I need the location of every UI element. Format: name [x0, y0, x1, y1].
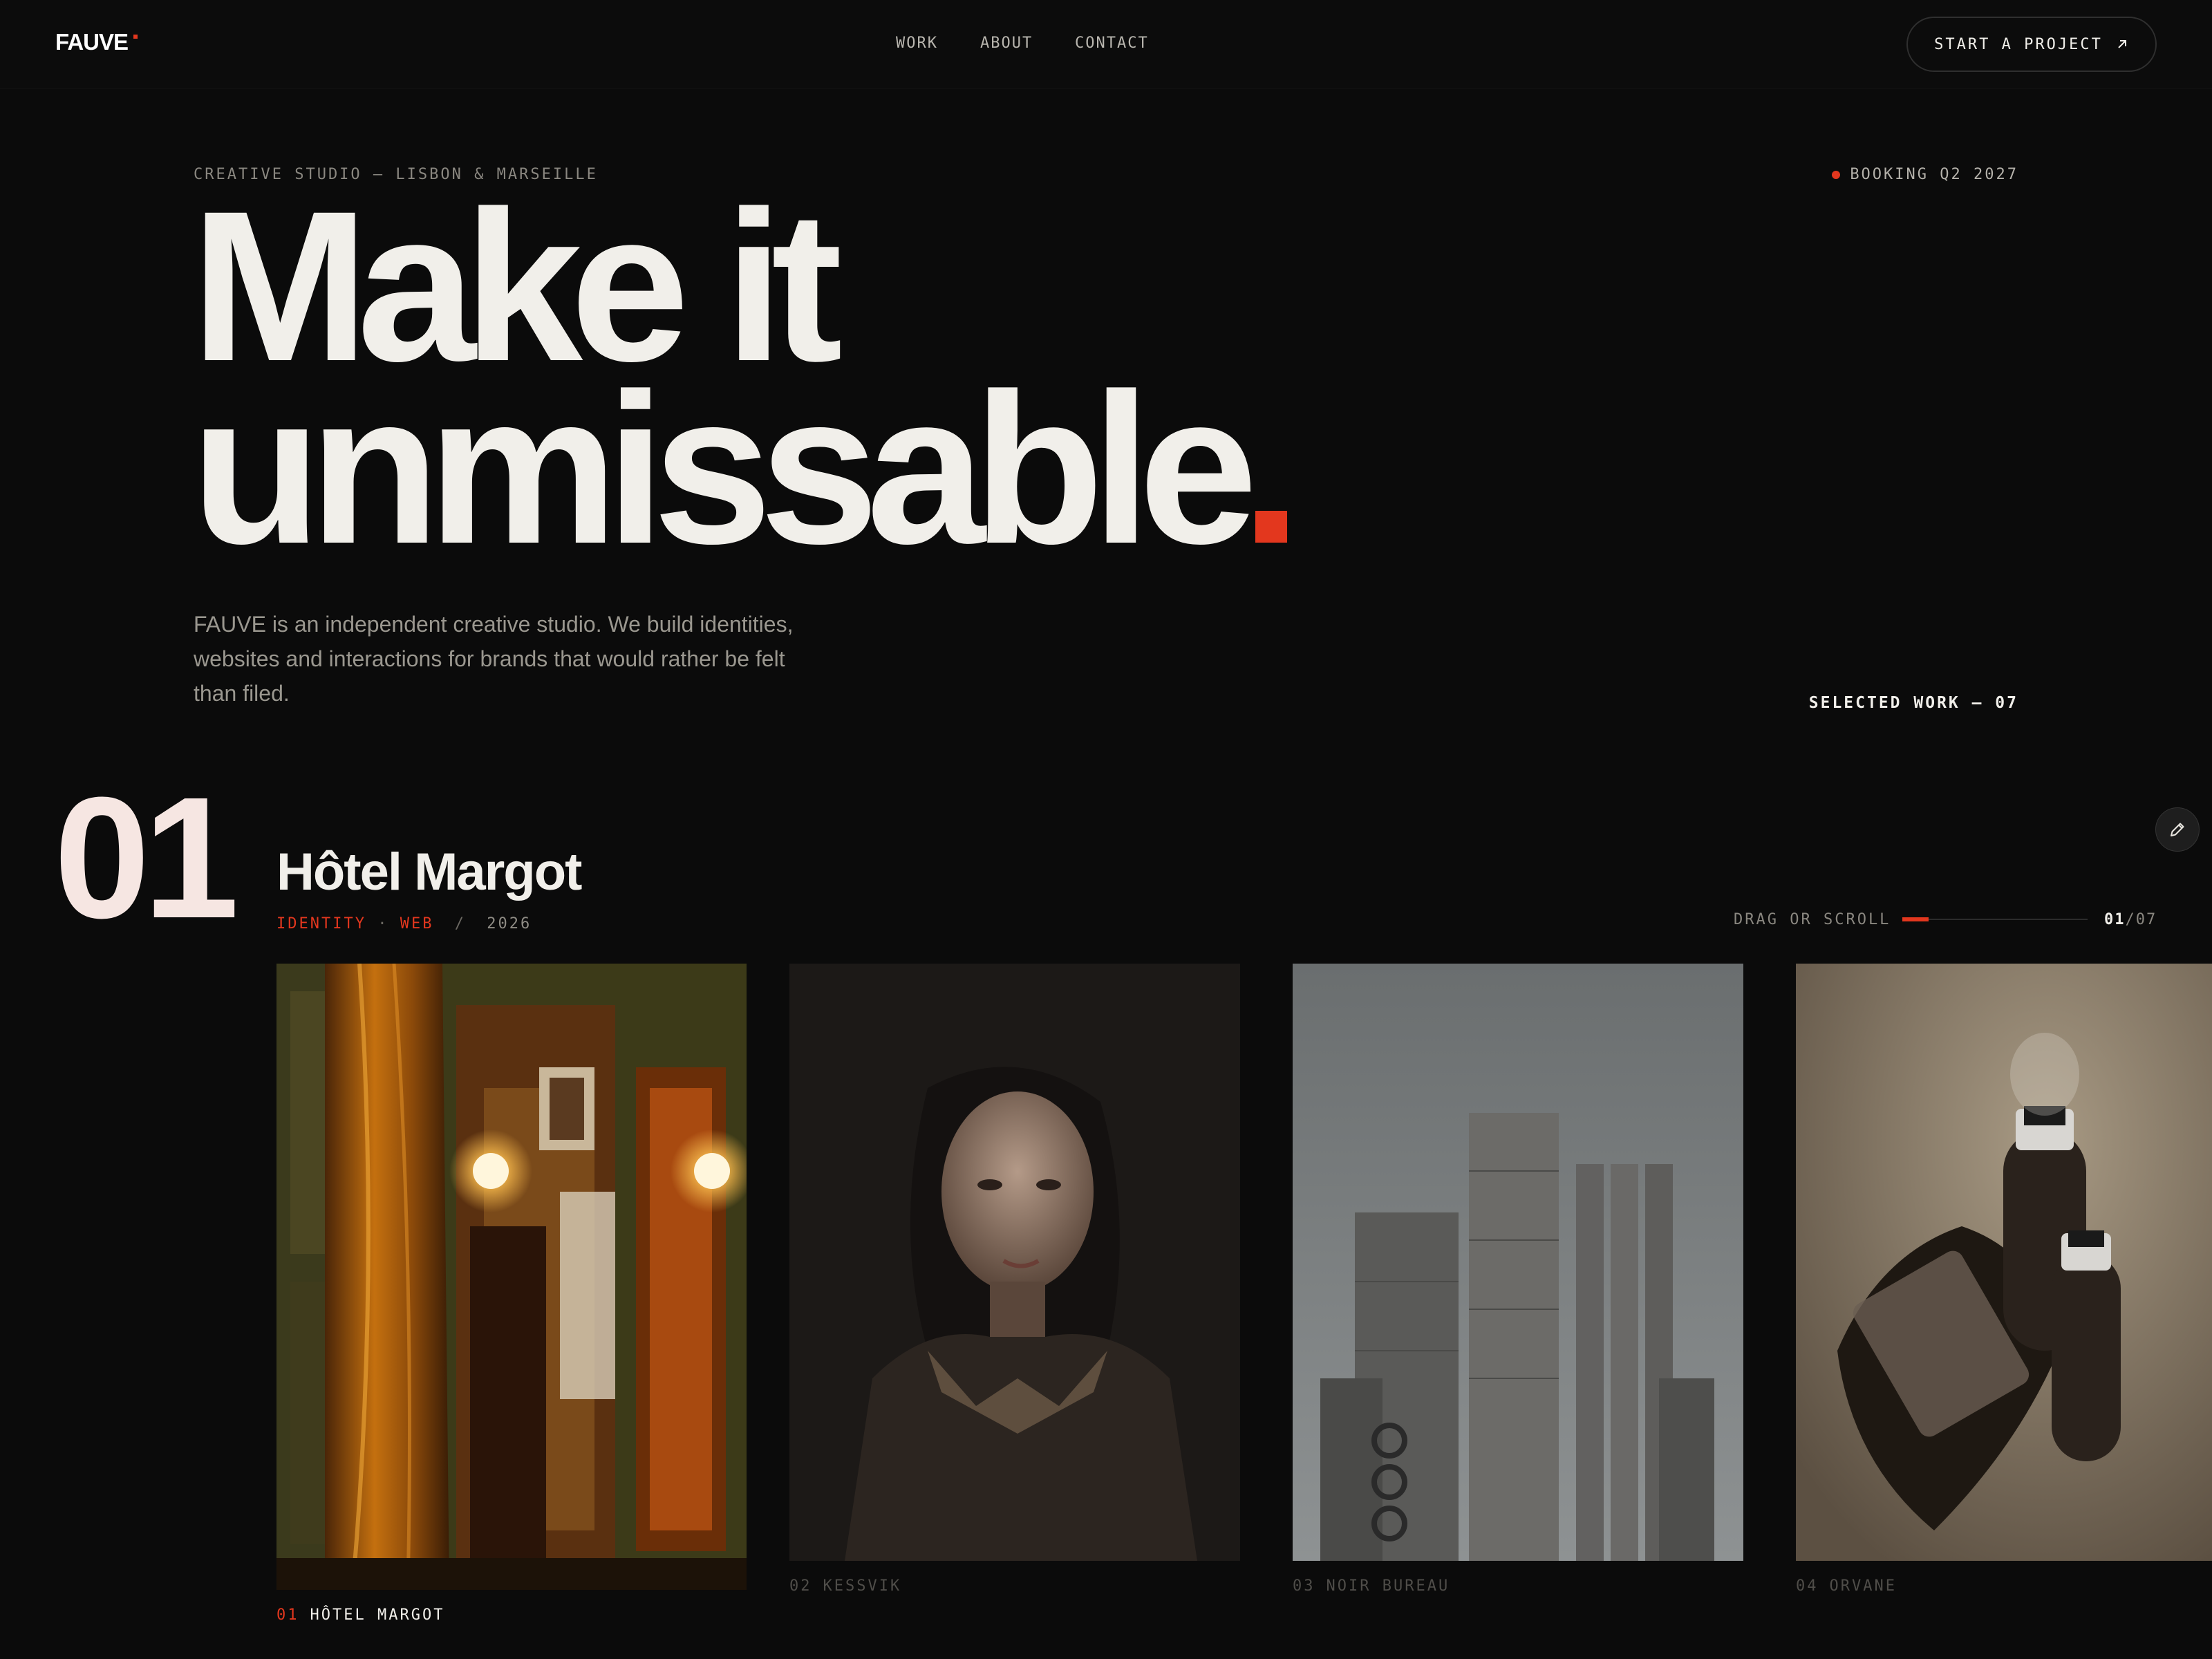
- card-number: 03: [1293, 1577, 1315, 1595]
- logo-accent-dot: [133, 35, 138, 39]
- project-tag-identity: IDENTITY: [276, 915, 366, 932]
- start-project-label: START A PROJECT: [1934, 35, 2103, 53]
- card-caption-orvane: 04 ORVANE: [1796, 1577, 1897, 1595]
- booking-status: BOOKING Q2 2027: [1832, 166, 2018, 183]
- project-card-hotel-margot[interactable]: [276, 964, 747, 1590]
- perfume-bottles-photo: [1796, 964, 2212, 1561]
- carousel-counter: 01/07: [2104, 911, 2157, 928]
- portrait-photo: [789, 964, 1240, 1561]
- card-caption-hotel-margot: 01 HÔTEL MARGOT: [276, 1606, 444, 1624]
- status-dot-icon: [1832, 170, 1841, 179]
- booking-label: BOOKING Q2 2027: [1850, 166, 2018, 183]
- arrow-up-right-icon: [2118, 40, 2126, 48]
- counter-total: /07: [2125, 911, 2157, 928]
- project-card-orvane[interactable]: [1796, 964, 2212, 1561]
- card-title: HÔTEL MARGOT: [310, 1606, 445, 1624]
- edit-button[interactable]: [2155, 807, 2200, 852]
- nav-about[interactable]: ABOUT: [980, 35, 1033, 52]
- project-card-noir-bureau[interactable]: [1293, 964, 1743, 1561]
- site-header: FAUVE WORK ABOUT CONTACT START A PROJECT: [0, 0, 2212, 88]
- card-title: KESSVIK: [823, 1577, 902, 1595]
- headline-line-2: unmissable: [191, 362, 1287, 576]
- hero-intro: FAUVE is an independent creative studio.…: [194, 612, 794, 706]
- meta-separator: /: [454, 915, 466, 932]
- card-caption-kessvik: 02 KESSVIK: [789, 1577, 901, 1595]
- project-year: 2026: [487, 915, 532, 932]
- hotel-interior-photo: [276, 964, 747, 1590]
- start-project-button[interactable]: START A PROJECT: [1906, 17, 2157, 72]
- project-card-kessvik[interactable]: [789, 964, 1240, 1561]
- drag-hint: DRAG OR SCROLL: [1734, 911, 1891, 928]
- carousel-progress-fill: [1902, 917, 1929, 921]
- card-title: ORVANE: [1829, 1577, 1897, 1595]
- card-number: 04: [1796, 1577, 1819, 1595]
- project-number: 01: [54, 761, 239, 954]
- headline-line-2-text: unmissable: [191, 348, 1258, 588]
- nav-contact[interactable]: CONTACT: [1075, 35, 1149, 52]
- card-title: NOIR BUREAU: [1326, 1577, 1450, 1595]
- accent-period: [1255, 511, 1287, 543]
- nav-work[interactable]: WORK: [896, 35, 938, 52]
- card-number: 02: [789, 1577, 812, 1595]
- project-meta: IDENTITY · WEB / 2026: [276, 915, 532, 932]
- selected-work-label: SELECTED WORK — 07: [1808, 694, 2018, 712]
- pencil-icon: [2171, 823, 2184, 836]
- carousel-progress[interactable]: [1902, 917, 2088, 921]
- counter-current: 01: [2104, 911, 2126, 928]
- card-caption-noir-bureau: 03 NOIR BUREAU: [1293, 1577, 1450, 1595]
- card-number: 01: [276, 1606, 299, 1624]
- project-tag-web: WEB: [400, 915, 434, 932]
- project-title: Hôtel Margot: [276, 843, 582, 901]
- hero-headline: Make it unmissable: [191, 179, 1287, 576]
- brutalist-building-photo: [1293, 964, 1743, 1561]
- logo[interactable]: FAUVE: [55, 29, 129, 55]
